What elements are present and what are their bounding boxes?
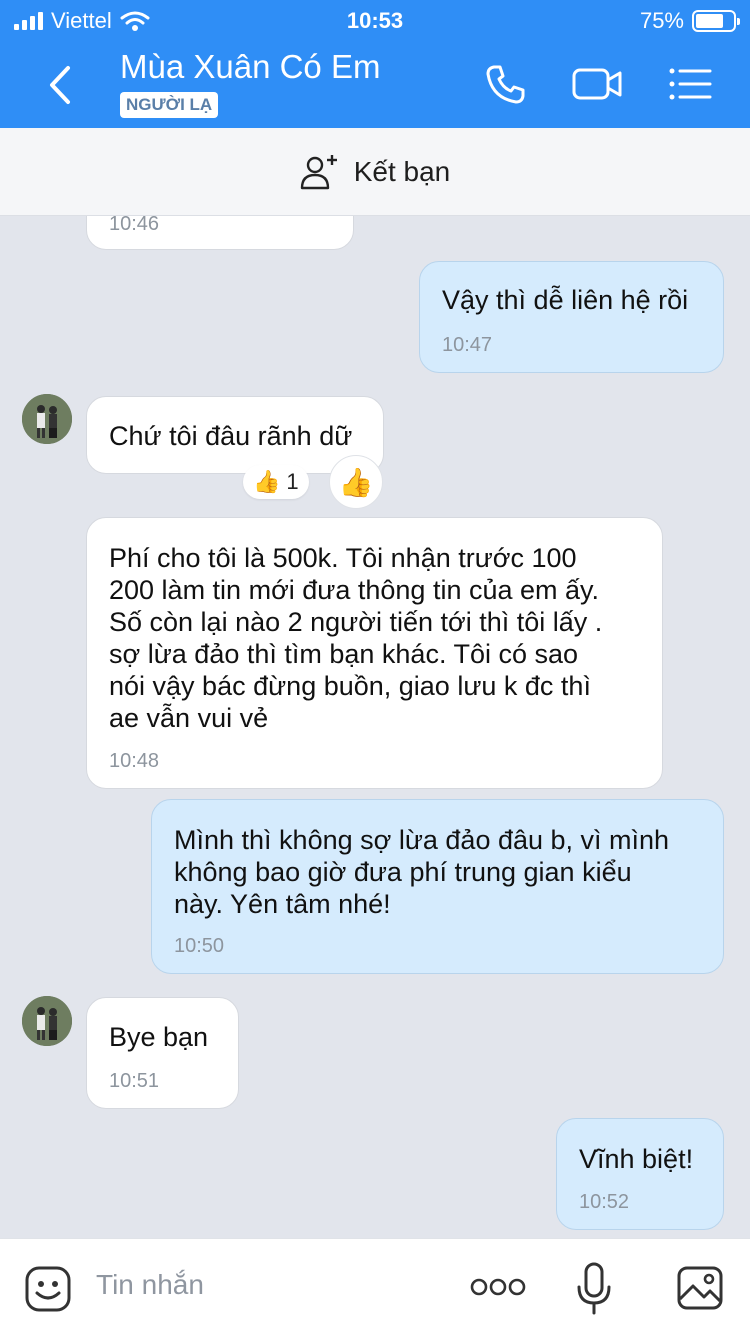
- status-time: 10:53: [346, 8, 404, 33]
- message-bubble-incoming[interactable]: 10:46: [86, 216, 354, 250]
- image-icon[interactable]: [676, 1265, 724, 1311]
- message-input[interactable]: Tin nhắn: [96, 1269, 204, 1301]
- battery-icon: [692, 10, 740, 32]
- message-bubble-outgoing[interactable]: Vĩnh biệt! 10:52: [556, 1118, 724, 1230]
- message-line: ae vẫn vui vẻ: [109, 703, 269, 733]
- message-time: 10:50: [174, 935, 225, 957]
- add-friend-icon: [300, 154, 337, 189]
- message-text: Vĩnh biệt!: [579, 1144, 694, 1174]
- reaction-count: 1: [286, 469, 299, 494]
- video-call-icon[interactable]: [572, 62, 624, 106]
- sticker-icon[interactable]: [24, 1265, 72, 1313]
- menu-list-icon[interactable]: [668, 62, 712, 106]
- phone-icon[interactable]: [484, 62, 528, 106]
- message-time: 10:47: [442, 334, 493, 356]
- message-line: Mình thì không sợ lừa đảo đâu b, vì mình: [174, 825, 670, 855]
- avatar-photo-icon: [22, 394, 72, 444]
- react-button[interactable]: 👍: [329, 455, 383, 509]
- message-bubble-incoming[interactable]: Phí cho tôi là 500k. Tôi nhận trước 100 …: [86, 517, 663, 789]
- message-text: Phí cho tôi là 500k. Tôi nhận trước 100 …: [109, 542, 602, 734]
- message-time: 10:51: [109, 1070, 160, 1092]
- message-line: không bao giờ đưa phí trung gian kiểu: [174, 857, 632, 887]
- message-bubble-outgoing[interactable]: Vậy thì dễ liên hệ rồi 10:47: [419, 261, 724, 373]
- message-list[interactable]: 10:46 Vậy thì dễ liên hệ rồi 10:47 Chứ t…: [0, 216, 750, 1238]
- message-line: nói vậy bác đừng buồn, giao lưu k đc thì: [109, 671, 591, 701]
- message-line: 200 làm tin mới đưa thông tin của em ấy.: [109, 575, 600, 605]
- contact-avatar[interactable]: [22, 996, 72, 1046]
- message-line: sợ lừa đảo thì tìm bạn khác. Tôi có sao: [109, 639, 579, 669]
- message-text: Bye bạn: [109, 1022, 209, 1052]
- message-time: 10:52: [579, 1191, 630, 1213]
- reaction-summary[interactable]: 👍 1: [243, 465, 309, 499]
- message-text: Vậy thì dễ liên hệ rồi: [442, 285, 689, 315]
- status-bar: Viettel 10:53 75%: [0, 0, 750, 40]
- stranger-badge: NGƯỜI LẠ: [120, 92, 219, 118]
- message-line: này. Yên tâm nhé!: [174, 889, 391, 919]
- avatar-photo-icon: [22, 996, 72, 1046]
- message-bubble-outgoing[interactable]: Mình thì không sợ lừa đảo đâu b, vì mình…: [151, 799, 724, 974]
- contact-name[interactable]: Mùa Xuân Có Em: [120, 48, 380, 86]
- message-line: Phí cho tôi là 500k. Tôi nhận trước 100: [109, 543, 577, 573]
- battery-status: 75%: [639, 8, 740, 34]
- contact-avatar[interactable]: [22, 394, 72, 444]
- add-friend-label: Kết bạn: [353, 155, 451, 187]
- add-friend-button[interactable]: Kết bạn: [0, 128, 750, 216]
- microphone-icon[interactable]: [576, 1261, 612, 1317]
- message-time: 10:46: [109, 216, 160, 235]
- message-line: Số còn lại nào 2 người tiến tới thì tôi …: [109, 607, 603, 637]
- back-arrow-icon[interactable]: [40, 60, 80, 110]
- thumbs-up-icon: 👍: [338, 466, 374, 498]
- message-text: Mình thì không sợ lừa đảo đâu b, vì mình…: [174, 824, 669, 920]
- message-time: 10:48: [109, 750, 160, 772]
- battery-percent: 75%: [639, 8, 684, 33]
- chat-header: Viettel 10:53 75% Mùa Xuân Có Em NGƯỜI L…: [0, 0, 750, 128]
- message-text: Chứ tôi đâu rãnh dữ: [109, 421, 353, 451]
- message-input-bar: Tin nhắn: [0, 1238, 750, 1334]
- more-icon[interactable]: [470, 1275, 526, 1299]
- message-bubble-incoming[interactable]: Bye bạn 10:51: [86, 997, 239, 1109]
- thumbs-up-icon: 👍: [253, 469, 281, 494]
